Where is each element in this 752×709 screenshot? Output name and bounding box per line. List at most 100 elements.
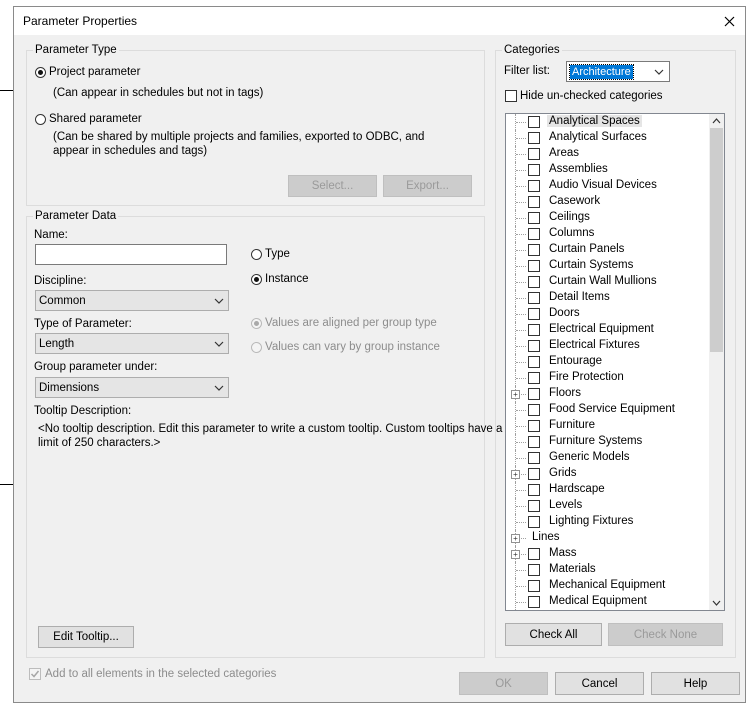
category-label: Curtain Panels (549, 243, 625, 255)
scroll-down-button[interactable] (709, 596, 724, 610)
parameter-type-legend: Parameter Type (35, 44, 117, 56)
check-all-button[interactable]: Check All (505, 623, 602, 646)
categories-tree[interactable]: Analytical Spaces Analytical Surfaces Area… (505, 113, 725, 611)
category-row[interactable]: Doors (506, 306, 710, 322)
category-checkbox[interactable] (528, 564, 540, 576)
discipline-label: Discipline: (34, 275, 87, 287)
discipline-dropdown[interactable]: Common (35, 290, 229, 311)
export-button[interactable]: Export... (383, 175, 472, 197)
category-checkbox[interactable] (528, 580, 540, 592)
category-row[interactable]: + Floors (506, 386, 710, 402)
category-checkbox[interactable] (528, 452, 540, 464)
category-checkbox[interactable] (528, 356, 540, 368)
shared-parameter-radio[interactable]: Shared parameter (35, 113, 142, 125)
category-checkbox[interactable] (528, 436, 540, 448)
plus-expander-icon[interactable]: + (511, 470, 520, 479)
category-label: Ceilings (549, 211, 590, 223)
category-row[interactable]: Mechanical Equipment (506, 578, 710, 594)
filter-list-dropdown[interactable]: Architecture (566, 61, 670, 82)
category-row[interactable]: Furniture (506, 418, 710, 434)
plus-expander-icon[interactable]: + (511, 534, 520, 543)
group-parameter-dropdown[interactable]: Dimensions (35, 377, 229, 398)
type-radio[interactable]: Type (251, 248, 290, 260)
category-checkbox[interactable] (528, 276, 540, 288)
category-row[interactable]: Ceilings (506, 210, 710, 226)
category-row[interactable]: Curtain Systems (506, 258, 710, 274)
category-checkbox[interactable] (528, 468, 540, 480)
values-vary-radio[interactable]: Values can vary by group instance (251, 341, 440, 353)
hide-unchecked-checkbox[interactable]: Hide un-checked categories (505, 90, 663, 102)
category-checkbox[interactable] (528, 516, 540, 528)
category-checkbox[interactable] (528, 180, 540, 192)
category-row[interactable]: Detail Items (506, 290, 710, 306)
category-checkbox[interactable] (528, 548, 540, 560)
categories-legend: Categories (504, 44, 560, 56)
category-row[interactable]: Levels (506, 498, 710, 514)
category-checkbox[interactable] (528, 324, 540, 336)
category-row[interactable]: Casework (506, 194, 710, 210)
category-label: Areas (549, 147, 580, 159)
category-row[interactable]: + Lines (506, 530, 710, 546)
category-checkbox[interactable] (528, 420, 540, 432)
category-checkbox[interactable] (528, 212, 540, 224)
category-row[interactable]: Curtain Wall Mullions (506, 274, 710, 290)
category-checkbox[interactable] (528, 500, 540, 512)
add-to-all-checkbox[interactable]: Add to all elements in the selected cate… (29, 668, 276, 680)
close-button[interactable] (713, 7, 745, 35)
category-checkbox[interactable] (528, 244, 540, 256)
category-checkbox[interactable] (528, 308, 540, 320)
category-row[interactable]: Hardscape (506, 482, 710, 498)
category-checkbox[interactable] (528, 196, 540, 208)
category-row[interactable]: Analytical Surfaces (506, 130, 710, 146)
scroll-up-button[interactable] (709, 114, 724, 128)
cancel-button[interactable]: Cancel (555, 672, 644, 695)
edit-tooltip-button[interactable]: Edit Tooltip... (38, 626, 134, 648)
category-checkbox[interactable] (528, 164, 540, 176)
category-checkbox[interactable] (528, 132, 540, 144)
values-aligned-radio[interactable]: Values are aligned per group type (251, 317, 437, 329)
category-row[interactable]: Food Service Equipment (506, 402, 710, 418)
category-checkbox[interactable] (528, 148, 540, 160)
select-button[interactable]: Select... (288, 175, 377, 197)
name-input[interactable] (35, 244, 227, 265)
category-checkbox[interactable] (528, 228, 540, 240)
category-checkbox[interactable] (528, 340, 540, 352)
project-parameter-radio[interactable]: Project parameter (35, 66, 140, 78)
category-row[interactable]: Areas (506, 146, 710, 162)
category-checkbox[interactable] (528, 388, 540, 400)
category-row[interactable]: Electrical Equipment (506, 322, 710, 338)
ok-button[interactable]: OK (459, 672, 548, 695)
category-row[interactable]: + Mass (506, 546, 710, 562)
category-checkbox[interactable] (528, 484, 540, 496)
plus-expander-icon[interactable]: + (511, 550, 520, 559)
category-row[interactable]: Analytical Spaces (506, 114, 710, 130)
categories-scrollbar[interactable] (709, 114, 724, 610)
category-row[interactable]: Medical Equipment (506, 594, 710, 610)
tree-line (516, 202, 526, 203)
category-checkbox[interactable] (528, 372, 540, 384)
category-checkbox[interactable] (528, 116, 540, 128)
type-of-parameter-dropdown[interactable]: Length (35, 333, 229, 354)
category-row[interactable]: Curtain Panels (506, 242, 710, 258)
help-button[interactable]: Help (651, 672, 740, 695)
instance-radio[interactable]: Instance (251, 273, 308, 285)
category-checkbox[interactable] (528, 292, 540, 304)
plus-expander-icon[interactable]: + (511, 390, 520, 399)
category-row[interactable]: + Grids (506, 466, 710, 482)
category-row[interactable]: Generic Models (506, 450, 710, 466)
category-row[interactable]: Assemblies (506, 162, 710, 178)
category-checkbox[interactable] (528, 404, 540, 416)
instance-radio-label: Instance (265, 273, 309, 285)
category-row[interactable]: Audio Visual Devices (506, 178, 710, 194)
category-row[interactable]: Fire Protection (506, 370, 710, 386)
category-checkbox[interactable] (528, 596, 540, 608)
check-none-button[interactable]: Check None (608, 623, 723, 646)
scroll-thumb[interactable] (710, 128, 723, 352)
category-row[interactable]: Materials (506, 562, 710, 578)
category-row[interactable]: Electrical Fixtures (506, 338, 710, 354)
category-checkbox[interactable] (528, 260, 540, 272)
category-row[interactable]: Lighting Fixtures (506, 514, 710, 530)
category-row[interactable]: Furniture Systems (506, 434, 710, 450)
category-row[interactable]: Columns (506, 226, 710, 242)
category-row[interactable]: Entourage (506, 354, 710, 370)
